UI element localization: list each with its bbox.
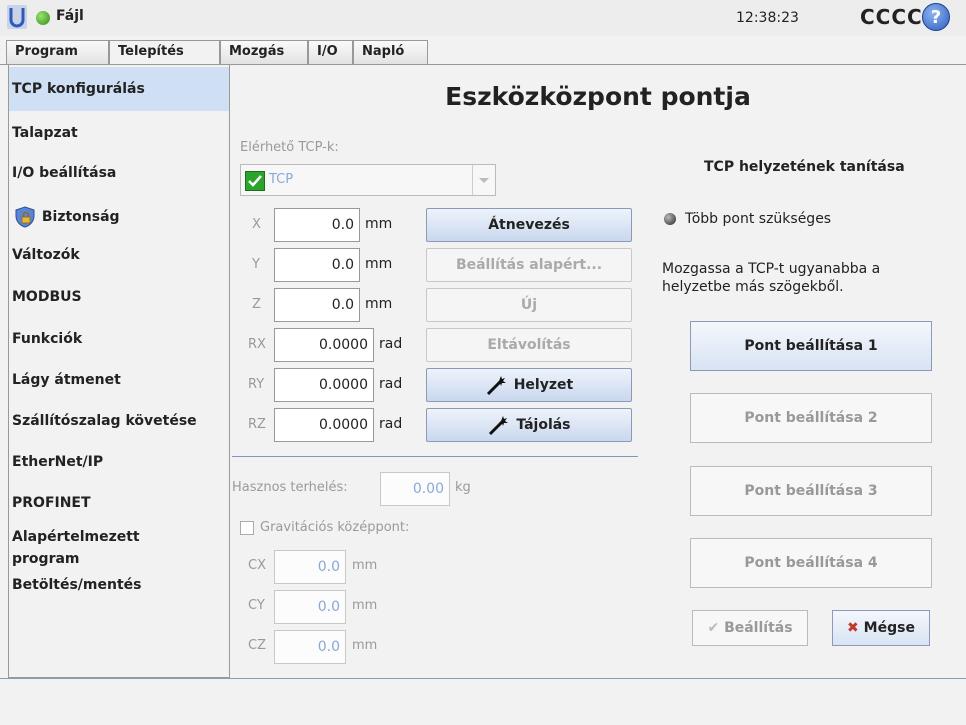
x-field[interactable]: 0.0 [274,208,360,242]
payload-unit: kg [455,480,471,495]
orientation-wizard-button[interactable]: Tájolás [426,408,632,442]
cancel-button[interactable]: ✖ Mégse [832,610,930,646]
sidebar-item-smooth-transition[interactable]: Lágy átmenet [9,372,229,388]
ur-logo-icon [7,5,27,29]
robot-name: CCCC [860,5,923,29]
axis-cz-label: CZ [248,638,266,653]
sidebar-item-io-setup[interactable]: I/O beállítása [9,165,229,181]
apply-label: Beállítás [724,620,793,636]
sidebar-item-default-program[interactable]: Alapértelmezett program [9,526,159,570]
set-point-1-button[interactable]: Pont beállítása 1 [690,321,932,371]
z-unit: mm [365,296,393,312]
tab-io[interactable]: I/O [308,40,353,64]
tcp-dropdown[interactable]: TCP [240,164,496,196]
cy-unit: mm [352,598,378,613]
sidebar-item-tcp[interactable]: TCP konfigurálás [9,67,229,111]
tab-program[interactable]: Program [6,40,109,64]
sidebar-item-ethernet-ip[interactable]: EtherNet/IP [9,454,229,470]
tcp-check-icon [245,171,265,191]
sidebar-item-variables[interactable]: Változók [9,247,229,263]
file-menu[interactable]: Fájl [56,8,84,24]
payload-label: Hasznos terhelés: [232,480,348,495]
remove-button[interactable]: Eltávolítás [426,328,632,362]
x-unit: mm [365,216,393,232]
sidebar-item-profinet[interactable]: PROFINET [9,495,229,511]
shield-lock-icon [15,206,35,228]
sidebar-item-modbus[interactable]: MODBUS [9,289,229,305]
magic-wand-icon [486,376,506,396]
set-default-button[interactable]: Beállítás alapért... [426,248,632,282]
z-field[interactable]: 0.0 [274,288,360,322]
position-wizard-button[interactable]: Helyzet [426,368,632,402]
sidebar-item-features[interactable]: Funkciók [9,331,229,347]
page-title: Eszközközpont pontja [445,82,751,111]
axis-cy-label: CY [248,598,265,613]
cog-checkbox[interactable] [240,521,254,535]
top-bar [0,0,966,36]
cz-field[interactable]: 0.0 [274,630,346,664]
teach-status: Több pont szükséges [685,211,832,227]
y-field[interactable]: 0.0 [274,248,360,282]
status-led-icon [664,213,676,225]
check-icon: ✔ [707,620,720,636]
sidebar-item-label: Biztonság [41,209,120,225]
cancel-x-icon: ✖ [847,620,859,636]
axis-cx-label: CX [248,558,266,573]
sidebar-item-mounting[interactable]: Talapzat [9,125,229,141]
tab-telepites[interactable]: Telepítés [109,40,220,65]
tab-mozgas[interactable]: Mozgás [220,40,308,64]
help-icon[interactable]: ? [922,3,950,31]
y-unit: mm [365,256,393,272]
axis-rx-label: RX [248,337,266,352]
rz-field[interactable]: 0.0000 [274,408,374,442]
axis-rz-label: RZ [248,417,266,432]
axis-z-label: Z [252,297,261,312]
position-label: Helyzet [513,377,574,393]
robot-status-icon [36,11,50,25]
set-point-3-button[interactable]: Pont beállítása 3 [690,466,932,516]
clock: 12:38:23 [736,10,799,26]
magic-wand-icon [489,416,509,436]
tab-naplo[interactable]: Napló [353,40,428,64]
orientation-label: Tájolás [516,417,571,433]
ry-unit: rad [379,376,403,392]
rename-button[interactable]: Átnevezés [426,208,632,242]
section-divider [232,456,638,457]
sidebar-item-conveyor-tracking[interactable]: Szállítószalag követése [9,413,229,429]
cz-unit: mm [352,638,378,653]
apply-button[interactable]: ✔ Beállítás [692,610,808,646]
cancel-label: Mégse [863,620,915,636]
set-point-2-button[interactable]: Pont beállítása 2 [690,393,932,443]
ry-field[interactable]: 0.0000 [274,368,374,402]
teach-instruction: Mozgassa a TCP-t ugyanabba a helyzetbe m… [662,261,881,295]
cx-field[interactable]: 0.0 [274,550,346,584]
installation-sidebar: TCP konfigurálás Talapzat I/O beállítása… [8,64,230,678]
cy-field[interactable]: 0.0 [274,590,346,624]
cx-unit: mm [352,558,378,573]
tcp-dropdown-value: TCP [269,172,294,187]
new-button[interactable]: Új [426,288,632,322]
rz-unit: rad [379,416,403,432]
axis-ry-label: RY [248,377,265,392]
chevron-down-icon[interactable] [472,165,495,195]
rx-field[interactable]: 0.0000 [274,328,374,362]
axis-y-label: Y [252,257,260,272]
rx-unit: rad [379,336,403,352]
sidebar-item-load-save[interactable]: Betöltés/mentés [9,577,229,593]
axis-x-label: X [252,217,261,232]
teach-title: TCP helyzetének tanítása [704,159,905,175]
sidebar-item-safety[interactable]: Biztonság [9,205,229,229]
payload-field[interactable]: 0.00 [380,472,450,506]
footer-bar [0,679,966,725]
available-tcp-label: Elérhető TCP-k: [240,140,339,155]
cog-label: Gravitációs középpont: [260,520,410,535]
set-point-4-button[interactable]: Pont beállítása 4 [690,538,932,588]
